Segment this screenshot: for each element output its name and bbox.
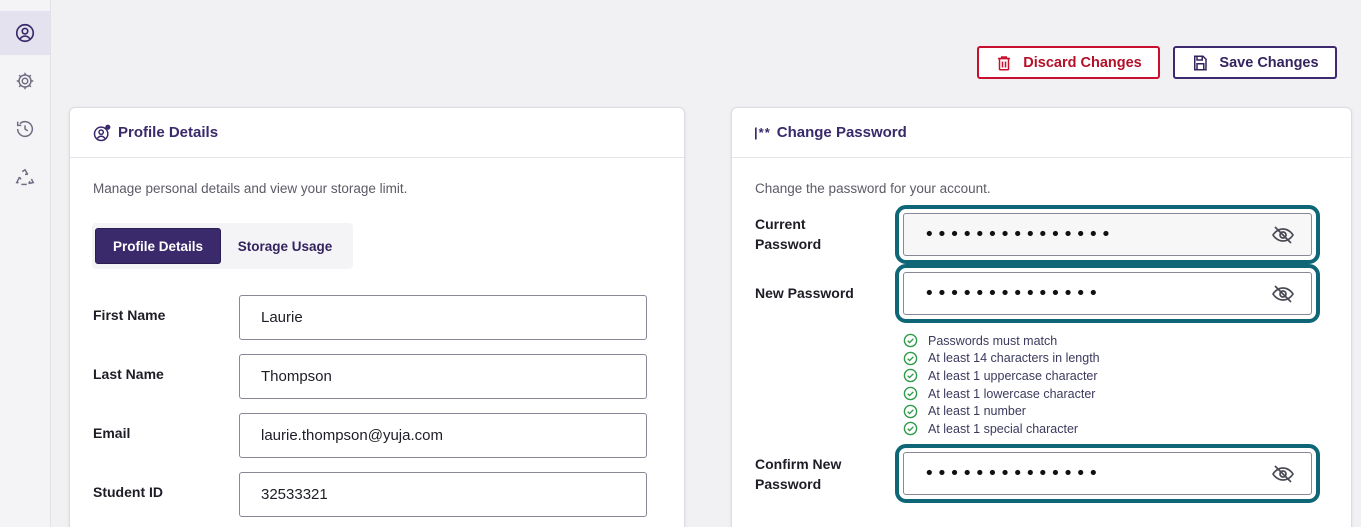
current-password-value: ••••••••••••••• bbox=[924, 224, 1114, 245]
last-name-input[interactable]: Thompson bbox=[239, 354, 647, 399]
email-input[interactable]: laurie.thompson@yuja.com bbox=[239, 413, 647, 458]
requirement-item: At least 1 special character bbox=[903, 420, 1100, 438]
history-icon bbox=[16, 121, 34, 138]
requirement-item: At least 14 characters in length bbox=[903, 350, 1100, 368]
check-circle-icon bbox=[903, 369, 918, 383]
new-password-value: •••••••••••••• bbox=[924, 283, 1101, 304]
profile-details-card: Profile Details Manage personal details … bbox=[69, 107, 685, 527]
save-changes-button[interactable]: Save Changes bbox=[1173, 46, 1337, 79]
password-description: Change the password for your account. bbox=[755, 181, 991, 196]
sidebar-item-settings[interactable] bbox=[0, 59, 50, 103]
last-name-row: Last Name Thompson bbox=[93, 354, 653, 399]
eye-off-icon[interactable] bbox=[1271, 282, 1295, 306]
email-row: Email laurie.thompson@yuja.com bbox=[93, 413, 653, 458]
sidebar-item-history[interactable] bbox=[0, 107, 50, 151]
check-circle-icon bbox=[903, 386, 918, 401]
check-circle-icon bbox=[903, 334, 918, 348]
change-password-card: |** Change Password Change the password … bbox=[731, 107, 1352, 527]
check-circle-icon bbox=[903, 421, 918, 436]
password-requirements: Passwords must match At least 14 charact… bbox=[903, 332, 1100, 438]
first-name-label: First Name bbox=[93, 307, 166, 323]
new-password-input[interactable]: •••••••••••••• bbox=[903, 272, 1312, 315]
profile-details-title: Profile Details bbox=[118, 124, 219, 141]
profile-tab-group: Profile Details Storage Usage bbox=[92, 223, 353, 269]
sidebar-item-recycle[interactable] bbox=[0, 156, 50, 200]
current-password-label: Current Password bbox=[755, 216, 822, 252]
last-name-label: Last Name bbox=[93, 366, 164, 382]
profile-details-header: Profile Details bbox=[70, 108, 684, 158]
gear-icon bbox=[16, 72, 34, 90]
requirement-item: At least 1 uppercase character bbox=[903, 367, 1100, 385]
check-circle-icon bbox=[903, 404, 918, 418]
sidebar-item-profile[interactable] bbox=[0, 11, 50, 55]
first-name-row: First Name Laurie bbox=[93, 295, 653, 340]
tab-storage-usage[interactable]: Storage Usage bbox=[221, 228, 349, 264]
email-label: Email bbox=[93, 425, 131, 441]
confirm-password-input[interactable]: •••••••••••••• bbox=[903, 452, 1312, 495]
trash-icon bbox=[998, 55, 1011, 70]
confirm-password-value: •••••••••••••• bbox=[924, 463, 1101, 484]
eye-off-icon[interactable] bbox=[1271, 223, 1295, 247]
current-password-focus-ring: ••••••••••••••• bbox=[895, 205, 1320, 264]
tab-profile-details[interactable]: Profile Details bbox=[95, 228, 221, 264]
new-password-focus-ring: •••••••••••••• bbox=[895, 264, 1320, 323]
check-circle-icon bbox=[903, 351, 918, 366]
current-password-input[interactable]: ••••••••••••••• bbox=[903, 213, 1312, 256]
discard-changes-button[interactable]: Discard Changes bbox=[977, 46, 1160, 79]
confirm-password-focus-ring: •••••••••••••• bbox=[895, 444, 1320, 503]
profile-description: Manage personal details and view your st… bbox=[93, 181, 408, 196]
change-password-header: |** Change Password bbox=[732, 108, 1351, 158]
recycle-icon bbox=[15, 168, 35, 186]
requirement-item: At least 1 lowercase character bbox=[903, 385, 1100, 403]
student-id-input[interactable]: 32533321 bbox=[239, 472, 647, 517]
discard-changes-label: Discard Changes bbox=[1023, 54, 1142, 71]
sidebar bbox=[0, 0, 51, 527]
new-password-label: New Password bbox=[755, 285, 854, 301]
first-name-input[interactable]: Laurie bbox=[239, 295, 647, 340]
requirement-item: Passwords must match bbox=[903, 332, 1100, 350]
save-changes-label: Save Changes bbox=[1219, 54, 1319, 71]
change-password-title: Change Password bbox=[776, 124, 907, 141]
student-id-row: Student ID 32533321 bbox=[93, 472, 653, 517]
confirm-password-label: Confirm New Password bbox=[755, 456, 842, 492]
save-icon bbox=[1194, 55, 1208, 70]
user-circle-icon bbox=[15, 23, 35, 43]
student-id-label: Student ID bbox=[93, 484, 163, 500]
requirement-item: At least 1 number bbox=[903, 402, 1100, 420]
password-asterisk-icon: |** bbox=[754, 125, 771, 140]
eye-off-icon[interactable] bbox=[1271, 462, 1295, 486]
user-settings-icon bbox=[93, 124, 111, 141]
